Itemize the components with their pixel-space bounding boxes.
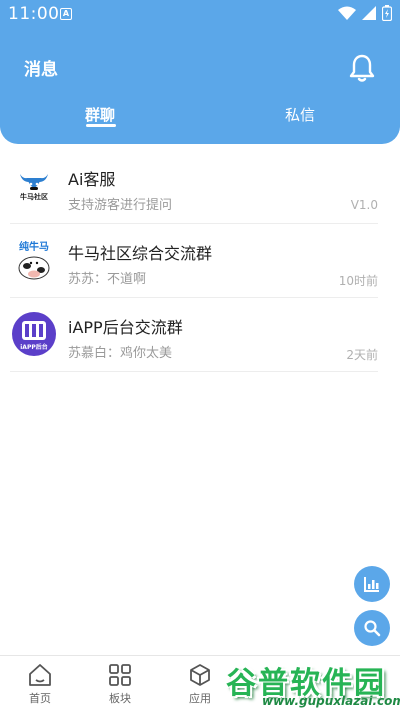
page-title: 消息 (24, 60, 58, 80)
nav-item-home[interactable]: 首页 (0, 656, 80, 712)
tab-private-message[interactable]: 私信 (285, 104, 315, 125)
conversation-item-iapp[interactable]: iAPP后台 iAPP后台交流群 苏慕白：鸡你太美 2天前 (10, 298, 378, 372)
conversation-meta: 2天前 (346, 348, 378, 362)
nav-label: 应用 (189, 692, 211, 705)
conversation-meta: V1.0 (350, 198, 378, 212)
avatar: iAPP后台 (12, 312, 56, 356)
chart-icon (364, 577, 379, 592)
nav-item-board[interactable]: 板块 (80, 656, 160, 712)
nav-label: 板块 (109, 692, 131, 705)
status-time: 11:00 (8, 4, 60, 24)
search-icon (364, 620, 381, 637)
wifi-icon (338, 6, 356, 20)
status-icons (338, 5, 392, 21)
home-icon (29, 664, 51, 686)
status-bar: 11:00 A (0, 0, 400, 28)
battery-icon (382, 5, 392, 21)
avatar: 纯牛马 (12, 238, 56, 282)
conversation-name: iAPP后台交流群 (68, 318, 183, 337)
conversation-subtitle: 苏慕白：鸡你太美 (68, 346, 173, 361)
conversation-name: 牛马社区综合交流群 (68, 244, 213, 263)
conversation-item-ai-service[interactable]: 牛马社区 Ai客服 支持游客进行提问 V1.0 (10, 150, 378, 224)
grid-icon (109, 664, 131, 686)
chart-button[interactable] (354, 566, 390, 602)
conversation-subtitle: 支持游客进行提问 (68, 198, 173, 213)
iapp-logo-icon: iAPP后台 (20, 321, 48, 351)
conversation-name: Ai客服 (68, 170, 116, 189)
avatar-text: iAPP后台 (20, 343, 48, 351)
nav-label: 首页 (29, 692, 51, 705)
active-tab-indicator (86, 124, 116, 127)
bull-logo-icon: 牛马社区 (20, 174, 48, 201)
signal-icon (362, 6, 376, 20)
watermark: 谷普软件园 www.gupuxlazai.com (218, 658, 400, 712)
bell-icon[interactable] (348, 53, 376, 83)
conversation-subtitle: 苏苏：不道啊 (68, 272, 147, 287)
watermark-url: www.gupuxlazai.com (262, 694, 400, 708)
header: 11:00 A 消息 群聊 私信 (0, 0, 400, 144)
avatar: 牛马社区 (12, 164, 56, 208)
box-icon (190, 664, 210, 686)
avatar-text: 牛马社区 (20, 192, 48, 201)
tab-group-chat[interactable]: 群聊 (85, 104, 115, 125)
search-button[interactable] (354, 610, 390, 646)
cow-logo-icon: 纯牛马 (18, 240, 50, 280)
notification-icon: A (60, 8, 72, 20)
conversation-item-community[interactable]: 纯牛马 牛马社区综合交流群 苏苏：不道啊 10时前 (10, 224, 378, 298)
conversation-meta: 10时前 (338, 274, 378, 288)
avatar-text: 纯牛马 (19, 240, 49, 253)
